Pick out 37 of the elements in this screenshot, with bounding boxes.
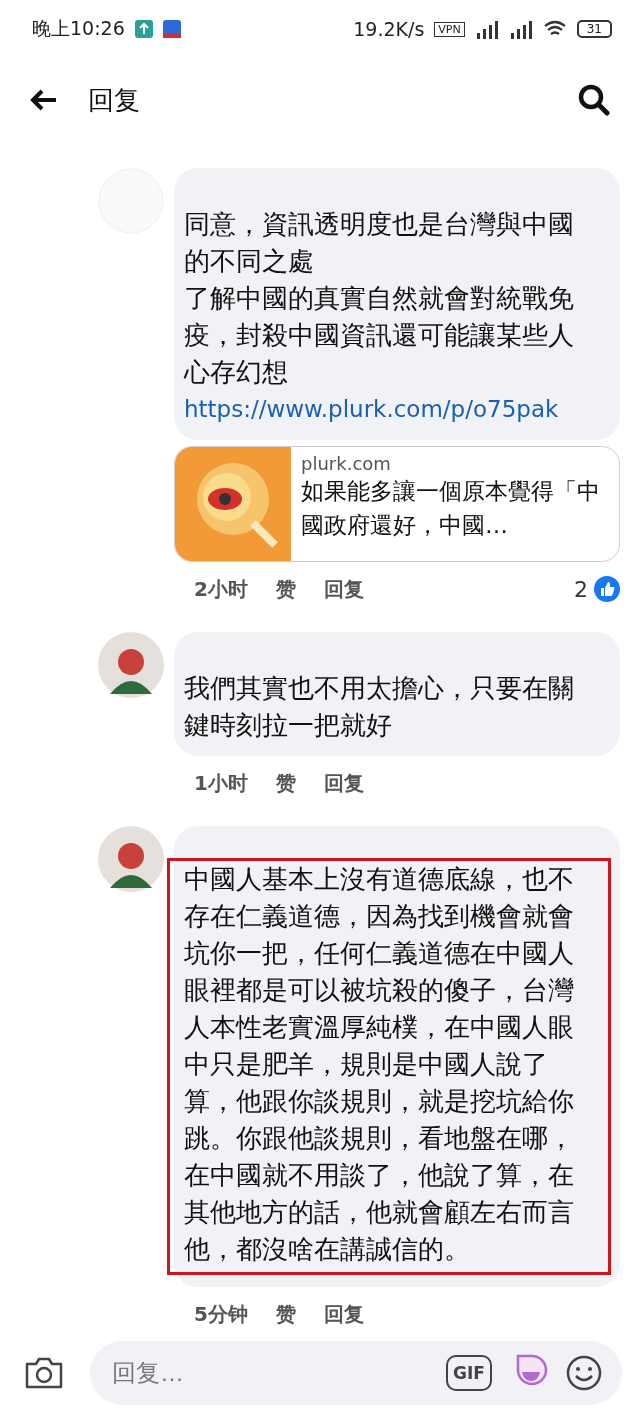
reply-input[interactable]: 回复… GIF [90, 1341, 622, 1405]
wifi-icon [542, 20, 567, 38]
status-time: 晚上10:26 [32, 16, 125, 41]
comment-link[interactable]: https://www.plurk.com/p/o75pak [184, 391, 608, 428]
avatar[interactable] [98, 826, 164, 892]
search-icon[interactable] [578, 84, 610, 116]
comment-time: 5分钟 [194, 1300, 248, 1328]
vpn-indicator: VPN [434, 21, 465, 37]
signal-icon [474, 19, 499, 39]
comment-time: 2小时 [194, 575, 248, 603]
preview-title: 如果能多讓一個原本覺得「中國政府還好，中國… [301, 477, 601, 540]
reply-link[interactable]: 回复 [323, 769, 364, 797]
network-speed: 19.2K/s [353, 18, 425, 40]
comment-time: 1小时 [194, 769, 248, 797]
like-link[interactable]: 赞 [275, 1300, 296, 1328]
reaction-count: 2 [574, 576, 588, 602]
upload-icon [134, 20, 153, 38]
comment-text: 同意，資訊透明度也是台灣與中國的不同之處 [184, 208, 575, 278]
link-preview-card[interactable]: plurk.com 如果能多讓一個原本覺得「中國政府還好，中國… [174, 446, 620, 562]
preview-site: plurk.com [301, 453, 392, 474]
comment-text: 中國人基本上沒有道德底線，也不存在仁義道德，因為找到機會就會坑你一把，任何仁義道德在中國人眼裡都是可以被坑殺的傻子，台灣人本性老實溫厚純樸，在中國人眼中只是肥羊，規則是中國人說了算，他跟你談規則，就是挖坑給你跳。你跟他談規則，看地盤在哪，在中國就不用談了，他說了算，在其他地方的話，他就會顧左右而言他，都沒啥在講誠信的。 [184, 863, 575, 1266]
battery-indicator: 31 [576, 20, 612, 38]
thumbs-up-icon [594, 576, 620, 602]
app-icon [162, 20, 181, 38]
comment-text: 了解中國的真實自然就會對統戰免疫，封殺中國資訊還可能讓某些人心存幻想 [184, 282, 575, 389]
reply-link[interactable]: 回复 [323, 1300, 364, 1328]
like-link[interactable]: 赞 [275, 769, 296, 797]
avatar[interactable] [98, 632, 164, 698]
comment-text: 我們其實也不用太擔心，只要在關鍵時刻拉一把就好 [184, 672, 575, 742]
emoji-icon[interactable] [566, 1355, 602, 1391]
gif-button[interactable]: GIF [446, 1355, 492, 1391]
signal-icon [508, 19, 533, 39]
page-title: 回复 [88, 83, 140, 117]
back-arrow-icon[interactable] [30, 89, 58, 111]
camera-icon[interactable] [24, 1356, 64, 1390]
reply-link[interactable]: 回复 [323, 575, 364, 603]
like-link[interactable]: 赞 [275, 575, 296, 603]
